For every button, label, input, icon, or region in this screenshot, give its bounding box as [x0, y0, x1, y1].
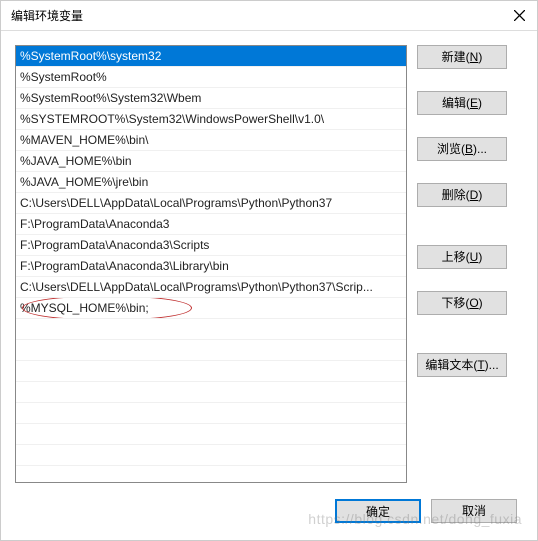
path-row[interactable]: %JAVA_HOME%\bin [16, 151, 406, 172]
path-listbox[interactable]: %SystemRoot%\system32%SystemRoot%%System… [15, 45, 407, 483]
path-row[interactable]: F:\ProgramData\Anaconda3\Library\bin [16, 256, 406, 277]
path-row[interactable]: %SYSTEMROOT%\System32\WindowsPowerShell\… [16, 109, 406, 130]
ok-button[interactable]: 确定 [335, 499, 421, 523]
path-row[interactable]: %MAVEN_HOME%\bin\ [16, 130, 406, 151]
path-row[interactable]: %JAVA_HOME%\jre\bin [16, 172, 406, 193]
path-row[interactable] [16, 340, 406, 361]
path-row[interactable] [16, 403, 406, 424]
side-buttons: 新建(N) 编辑(E) 浏览(B)... 删除(D) 上移(U) 下移(O) 编… [417, 45, 517, 483]
window-title: 编辑环境变量 [11, 7, 83, 24]
path-row[interactable]: C:\Users\DELL\AppData\Local\Programs\Pyt… [16, 193, 406, 214]
path-row[interactable] [16, 445, 406, 466]
browse-button[interactable]: 浏览(B)... [417, 137, 507, 161]
edit-button[interactable]: 编辑(E) [417, 91, 507, 115]
path-row[interactable]: F:\ProgramData\Anaconda3\Scripts [16, 235, 406, 256]
path-row[interactable]: %MYSQL_HOME%\bin; [16, 298, 406, 319]
new-button[interactable]: 新建(N) [417, 45, 507, 69]
path-row[interactable]: %SystemRoot%\System32\Wbem [16, 88, 406, 109]
edittext-button[interactable]: 编辑文本(T)... [417, 353, 507, 377]
moveup-button[interactable]: 上移(U) [417, 245, 507, 269]
cancel-button[interactable]: 取消 [431, 499, 517, 523]
path-row[interactable] [16, 361, 406, 382]
titlebar: 编辑环境变量 [1, 1, 537, 31]
delete-button[interactable]: 删除(D) [417, 183, 507, 207]
dialog-content: %SystemRoot%\system32%SystemRoot%%System… [1, 31, 537, 491]
close-icon [514, 10, 525, 21]
path-row[interactable] [16, 382, 406, 403]
path-row[interactable] [16, 424, 406, 445]
path-row[interactable]: %SystemRoot% [16, 67, 406, 88]
path-row[interactable]: F:\ProgramData\Anaconda3 [16, 214, 406, 235]
path-row[interactable]: C:\Users\DELL\AppData\Local\Programs\Pyt… [16, 277, 406, 298]
path-row[interactable] [16, 319, 406, 340]
close-button[interactable] [509, 6, 529, 26]
dialog-footer: 确定 取消 [1, 491, 537, 531]
movedown-button[interactable]: 下移(O) [417, 291, 507, 315]
path-row[interactable]: %SystemRoot%\system32 [16, 46, 406, 67]
